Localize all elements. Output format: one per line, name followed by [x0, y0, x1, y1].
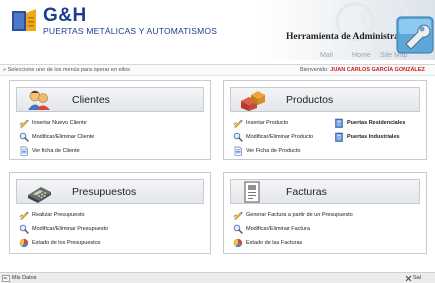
modify-invoice-label: Modificar/Eliminar Factura	[246, 226, 310, 232]
generate-invoice-label: Generar Factura a partir de un Presupues…	[246, 212, 353, 218]
create-budget-label: Realizar Presupuesto	[32, 212, 85, 218]
instructions-text: » Seleccione uno de los menús para opera…	[3, 67, 130, 73]
presupuestos-panel-header: Presupuestos	[16, 179, 204, 204]
budget-status-label: Estado de los Presupuestos	[32, 240, 101, 246]
facturas-panel-header: Facturas	[230, 179, 420, 204]
insert-product-label: Insertar Producto	[246, 120, 289, 126]
industrial-doors-label: Puertas Industriales	[347, 134, 400, 140]
facturas-panel: Facturas Generar Factura a partir de un …	[223, 172, 427, 254]
pen-icon	[19, 118, 29, 128]
pen-icon	[19, 210, 29, 220]
book-icon	[334, 118, 344, 128]
magnifier-icon	[19, 132, 29, 142]
nav-home-link[interactable]: Home	[352, 52, 371, 59]
nav-mail-link[interactable]: Mail	[320, 52, 333, 59]
document-icon	[19, 146, 29, 156]
calculator-icon	[28, 187, 51, 203]
company-logo	[12, 9, 36, 31]
chart-icon	[233, 238, 243, 248]
brand-name: G&H	[43, 5, 87, 26]
clientes-panel-header: Clientes	[16, 87, 204, 112]
info-bar: » Seleccione uno de los menús para opera…	[0, 64, 435, 76]
document-icon	[233, 146, 243, 156]
magnifier-icon	[233, 132, 243, 142]
my-data-link[interactable]: Mis Datos	[12, 275, 36, 281]
welcome-message: Bienvenido: JUAN CARLOS GARCÍA GONZÁLEZ	[300, 67, 425, 73]
welcome-label: Bienvenido:	[300, 67, 329, 73]
magnifier-icon	[233, 224, 243, 234]
people-icon	[28, 90, 50, 110]
wrench-icon	[396, 16, 434, 54]
insert-client-label: Insertar Nuevo Cliente	[32, 120, 87, 126]
productos-panel-header: Productos	[230, 87, 420, 112]
residential-doors-label: Puertas Residenciales	[347, 120, 406, 126]
user-name: JUAN CARLOS GARCÍA GONZÁLEZ	[330, 67, 425, 73]
app-header: G&H PUERTAS METÁLICAS Y AUTOMATISMOS Her…	[0, 0, 435, 60]
clientes-title: Clientes	[72, 94, 110, 106]
presupuestos-title: Presupuestos	[72, 186, 137, 198]
modify-budget-label: Modificar/Eliminar Presupuesto	[32, 226, 109, 232]
chart-icon	[19, 238, 29, 248]
clientes-panel: Clientes Insertar Nuevo Cliente Modifica…	[9, 80, 211, 160]
close-icon[interactable]	[405, 275, 412, 282]
book-icon	[334, 132, 344, 142]
view-product-label: Ver Ficha de Producto	[246, 148, 301, 154]
facturas-title: Facturas	[286, 186, 327, 198]
invoice-status-label: Estado de las Facturas	[246, 240, 303, 246]
pen-icon	[233, 118, 243, 128]
pen-icon	[233, 210, 243, 220]
card-icon	[2, 275, 10, 282]
brand-tagline: PUERTAS METÁLICAS Y AUTOMATISMOS	[43, 26, 218, 36]
view-client-label: Ver ficha de Cliente	[32, 148, 80, 154]
productos-title: Productos	[286, 94, 334, 106]
boxes-icon	[241, 91, 265, 111]
presupuestos-panel: Presupuestos Realizar Presupuesto Modifi…	[9, 172, 211, 254]
productos-panel: Productos Insertar Producto Modificar/El…	[223, 80, 427, 160]
logout-link[interactable]: Sal	[413, 275, 421, 281]
modify-client-label: Modificar/Eliminar Cliente	[32, 134, 95, 140]
invoice-icon	[244, 181, 260, 203]
status-bar: Mis Datos Sal	[0, 272, 435, 283]
magnifier-icon	[19, 224, 29, 234]
modify-product-label: Modificar/Eliminar Producto	[246, 134, 314, 140]
